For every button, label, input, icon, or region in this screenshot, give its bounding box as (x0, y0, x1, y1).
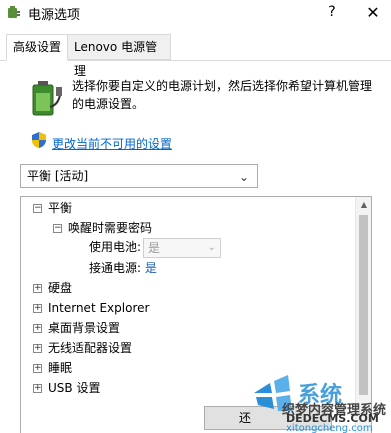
tree-node-label: 无线适配器设置 (48, 341, 133, 355)
tree-node-sleep[interactable]: + 睡眠 (33, 359, 72, 377)
setting-label: 接通电源: (89, 261, 142, 275)
chevron-down-icon: ⌄ (207, 242, 216, 253)
help-button[interactable]: ? (322, 2, 342, 22)
tree-node-label: Internet Explorer (48, 301, 150, 315)
tab-advanced-settings[interactable]: 高级设置 (6, 34, 68, 61)
watermark: 系统 织梦内容管理系统 DEDECMS.COM xitongcheng.com (250, 375, 391, 433)
tree-node-label: 唤醒时需要密码 (68, 221, 153, 235)
tab-lenovo-power[interactable]: Lenovo 电源管理 (67, 34, 171, 78)
close-button[interactable]: ✕ (362, 2, 384, 24)
scroll-up-icon[interactable]: ▲ (356, 199, 371, 211)
setting-on-battery: 使用电池: 是 ⌄ (89, 238, 319, 258)
tree-node-usb-settings[interactable]: + USB 设置 (33, 379, 100, 397)
tree-node-wake-password[interactable]: − 唤醒时需要密码 (53, 219, 152, 237)
power-plan-value: 平衡 [活动] (27, 169, 89, 183)
power-options-window: 电源选项 ? ✕ 高级设置 Lenovo 电源管理 选择你要自定义的电源计划，然… (0, 0, 391, 433)
tree-node-internet-explorer[interactable]: + Internet Explorer (33, 299, 149, 317)
title-bar: 电源选项 ? ✕ (0, 0, 391, 26)
scroll-thumb[interactable] (359, 215, 368, 395)
tree-node-balanced[interactable]: − 平衡 (33, 199, 72, 217)
tree-node-label: 桌面背景设置 (48, 321, 121, 335)
expand-icon[interactable]: + (33, 284, 42, 293)
tree-node-desktop-background[interactable]: + 桌面背景设置 (33, 319, 120, 337)
tree-node-label: 平衡 (48, 201, 73, 215)
on-battery-select[interactable]: 是 ⌄ (143, 238, 221, 258)
collapse-icon[interactable]: − (33, 204, 42, 213)
tree-node-wireless-adapter[interactable]: + 无线适配器设置 (33, 339, 132, 357)
expand-icon[interactable]: + (33, 304, 42, 313)
window-title: 电源选项 (28, 8, 81, 23)
tree-node-label: 睡眠 (48, 361, 73, 375)
setting-label: 使用电池: (89, 240, 142, 254)
tree-node-hard-disk[interactable]: + 硬盘 (33, 279, 72, 297)
on-battery-value: 是 (148, 241, 161, 255)
description-text: 选择你要自定义的电源计划，然后选择你希望计算机管理的电源设置。 (72, 79, 373, 111)
battery-plug-icon (32, 81, 62, 116)
plugged-in-value[interactable]: 是 (145, 261, 157, 275)
watermark-line3: xitongcheng.com (286, 423, 373, 433)
chevron-down-icon: ⌄ (238, 170, 249, 184)
collapse-icon[interactable]: − (53, 224, 62, 233)
change-unavailable-settings-link[interactable]: 更改当前不可用的设置 (52, 135, 172, 152)
expand-icon[interactable]: + (33, 364, 42, 373)
power-options-icon (8, 6, 20, 18)
tree-node-label: USB 设置 (48, 381, 101, 395)
power-plan-select[interactable]: 平衡 [活动] ⌄ (20, 164, 258, 188)
expand-icon[interactable]: + (33, 344, 42, 353)
tab-bar: 高级设置 Lenovo 电源管理 (0, 34, 391, 78)
expand-icon[interactable]: + (33, 324, 42, 333)
setting-plugged-in: 接通电源: 是 (89, 259, 157, 277)
uac-shield-icon (32, 132, 46, 148)
tree-node-label: 硬盘 (48, 281, 73, 295)
expand-icon[interactable]: + (33, 384, 42, 393)
